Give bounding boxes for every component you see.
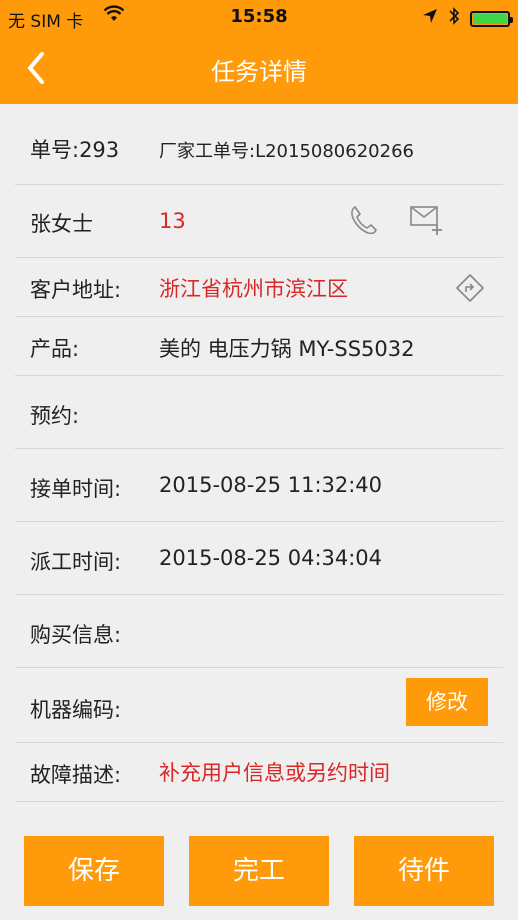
- accept-time-label: 接单时间:: [30, 477, 122, 501]
- nav-bar: 任务详情: [0, 34, 518, 104]
- location-arrow-icon: [422, 8, 438, 29]
- phone-call-icon[interactable]: [347, 203, 381, 241]
- save-button[interactable]: 保存: [24, 836, 164, 906]
- action-bar: 保存 完工 待件: [0, 820, 518, 920]
- directions-icon[interactable]: [455, 273, 485, 307]
- customer-row: 张女士 13: [15, 185, 503, 258]
- dispatch-time-label: 派工时间:: [30, 550, 122, 574]
- address-label: 客户地址:: [30, 278, 122, 302]
- task-detail-list: 单号:293 厂家工单号:L2015080620266 张女士 13 客户地址:…: [15, 104, 503, 802]
- order-number: 单号:293: [30, 138, 120, 162]
- dispatch-time-row: 派工时间: 2015-08-25 04:34:04: [15, 522, 503, 595]
- complete-button[interactable]: 完工: [189, 836, 329, 906]
- order-number-row: 单号:293 厂家工单号:L2015080620266: [15, 104, 503, 185]
- fault-label: 故障描述:: [30, 763, 122, 787]
- address-value: 浙江省杭州市滨江区: [159, 277, 348, 301]
- machine-code-label: 机器编码:: [30, 698, 122, 722]
- product-row: 产品: 美的 电压力锅 MY-SS5032: [15, 317, 503, 376]
- accept-time-value: 2015-08-25 11:32:40: [159, 473, 383, 497]
- appointment-label: 预约:: [30, 404, 80, 428]
- purchase-info-row: 购买信息:: [15, 595, 503, 668]
- purchase-info-label: 购买信息:: [30, 623, 122, 647]
- fault-row: 故障描述: 补充用户信息或另约时间: [15, 743, 503, 802]
- customer-name: 张女士: [30, 212, 93, 236]
- appointment-row: 预约:: [15, 376, 503, 449]
- machine-code-row: 机器编码: 修改: [15, 668, 503, 743]
- add-message-icon[interactable]: [409, 203, 447, 241]
- page-title: 任务详情: [211, 58, 307, 86]
- dispatch-time-value: 2015-08-25 04:34:04: [159, 546, 383, 570]
- status-bar: 无 SIM 卡 15:58: [0, 0, 518, 34]
- battery-fill: [473, 13, 507, 24]
- customer-phone[interactable]: 13: [159, 209, 186, 233]
- address-row: 客户地址: 浙江省杭州市滨江区: [15, 258, 503, 317]
- accept-time-row: 接单时间: 2015-08-25 11:32:40: [15, 449, 503, 522]
- battery-icon: [470, 10, 513, 27]
- product-label: 产品:: [30, 337, 80, 361]
- factory-order-number: 厂家工单号:L2015080620266: [159, 141, 414, 162]
- edit-machine-code-button[interactable]: 修改: [406, 678, 488, 726]
- fault-value: 补充用户信息或另约时间: [159, 761, 390, 785]
- pending-button[interactable]: 待件: [354, 836, 494, 906]
- bluetooth-icon: [448, 6, 460, 31]
- product-value: 美的 电压力锅 MY-SS5032: [159, 337, 415, 361]
- phone-redaction: [195, 205, 307, 239]
